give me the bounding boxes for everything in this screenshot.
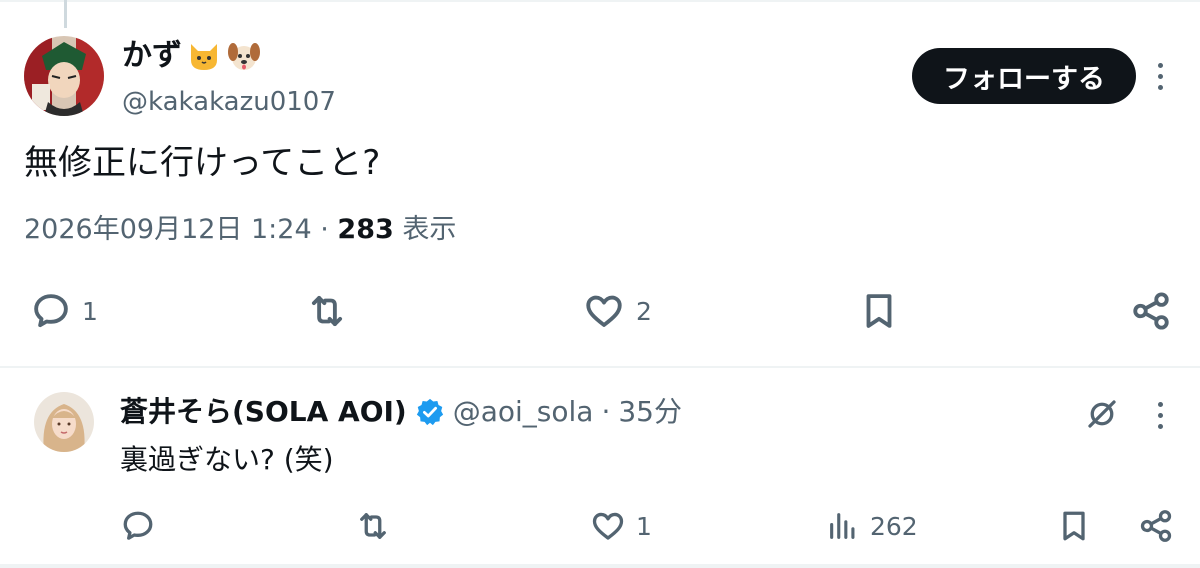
grok-action[interactable] xyxy=(1084,396,1120,432)
reply-text: 裏過ぎない? (笑) xyxy=(120,443,334,476)
follow-button[interactable]: フォローする xyxy=(912,48,1136,104)
heart-icon xyxy=(592,512,624,540)
verified-badge-icon xyxy=(416,398,443,426)
reply-views-count: 262 xyxy=(870,511,918,541)
reply-author-name[interactable]: 蒼井そら(SOLA AOI) xyxy=(120,392,407,432)
reply-bubble-icon xyxy=(34,294,68,328)
reply-separator: · xyxy=(601,395,611,428)
bookmark-icon xyxy=(866,294,892,328)
reply-count: 1 xyxy=(82,296,98,326)
meta-separator: · xyxy=(320,214,329,245)
author-name[interactable]: かず xyxy=(122,36,182,76)
reply-like-action[interactable]: 1 xyxy=(590,508,652,544)
retweet-icon xyxy=(360,513,386,539)
share-icon xyxy=(1140,510,1172,542)
post-text: 無修正に行けってこと? xyxy=(24,143,381,183)
views-count: 283 xyxy=(337,214,394,245)
reply-author-avatar[interactable] xyxy=(34,392,94,452)
bottom-divider xyxy=(0,564,1200,568)
share-icon xyxy=(1133,292,1169,330)
post-divider xyxy=(0,366,1200,368)
reply-reply-action[interactable] xyxy=(120,508,166,544)
views-chart-icon xyxy=(830,513,855,539)
more-options-icon[interactable] xyxy=(1155,63,1165,90)
reply-like-count: 1 xyxy=(636,511,652,541)
reply-bookmark-action[interactable] xyxy=(1056,508,1092,544)
cat-face-emoji-icon xyxy=(186,38,222,74)
views-label: 表示 xyxy=(402,214,457,245)
reply-author-handle[interactable]: @aoi_sola xyxy=(453,392,594,432)
post-meta: 2026年09月12日 1:24 · 283 表示 xyxy=(24,210,456,250)
reply-retweet-action[interactable] xyxy=(354,508,402,544)
reply-share-action[interactable] xyxy=(1138,508,1174,544)
share-action[interactable] xyxy=(1130,290,1172,332)
post-timestamp[interactable]: 2026年09月12日 1:24 xyxy=(24,214,312,245)
reply-header: 蒼井そら(SOLA AOI) @aoi_sola · 35分 xyxy=(120,392,682,432)
bookmark-icon xyxy=(1063,511,1085,541)
like-count: 2 xyxy=(636,296,652,326)
reply-action[interactable]: 1 xyxy=(30,290,98,332)
retweet-action[interactable] xyxy=(305,290,359,332)
dog-face-emoji-icon xyxy=(226,38,262,74)
thread-connector-line xyxy=(64,0,67,28)
reply-bubble-icon xyxy=(123,511,153,540)
top-divider xyxy=(0,0,1200,2)
grok-icon xyxy=(1088,400,1116,428)
author-avatar[interactable] xyxy=(24,36,104,116)
reply-views-action[interactable]: 262 xyxy=(826,508,918,544)
reply-time[interactable]: 35分 xyxy=(618,392,682,432)
heart-icon xyxy=(586,295,622,327)
retweet-icon xyxy=(311,295,343,327)
author-handle[interactable]: @kakakazu0107 xyxy=(122,84,336,120)
reply-more-options-icon[interactable] xyxy=(1155,402,1165,429)
author-name-row[interactable]: かず xyxy=(122,36,262,76)
bookmark-action[interactable] xyxy=(858,290,900,332)
like-action[interactable]: 2 xyxy=(582,290,652,332)
